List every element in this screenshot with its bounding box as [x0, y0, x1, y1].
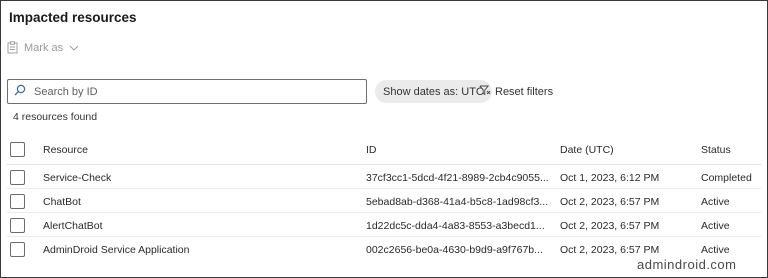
reset-filters-label: Reset filters: [495, 86, 554, 98]
impacted-resources-panel: Impacted resources Mark as Show dates as…: [0, 0, 768, 278]
date-cell: Oct 2, 2023, 6:57 PM: [560, 196, 660, 208]
clipboard-icon: [7, 41, 18, 54]
header-divider: [7, 164, 761, 165]
row-divider: [7, 188, 761, 189]
row-checkbox[interactable]: [10, 242, 25, 257]
date-cell: Oct 2, 2023, 6:57 PM: [560, 220, 660, 232]
resource-cell: ChatBot: [43, 196, 81, 208]
row-divider: [7, 236, 761, 237]
status-cell: Active: [701, 220, 730, 232]
resource-cell: AlertChatBot: [43, 220, 103, 232]
column-header-date[interactable]: Date (UTC): [560, 144, 614, 156]
mark-as-label: Mark as: [24, 41, 64, 54]
search-icon: [14, 83, 26, 101]
resource-cell: Service-Check: [43, 172, 112, 184]
column-header-status[interactable]: Status: [701, 144, 731, 156]
results-count: 4 resources found: [13, 111, 98, 123]
id-cell: 37cf3cc1-5dcd-4f21-8989-2cb4c9055...: [366, 172, 549, 184]
chevron-down-icon: [69, 45, 79, 51]
status-cell: Completed: [701, 172, 752, 184]
show-dates-button[interactable]: Show dates as: UTC: [375, 80, 492, 103]
status-cell: Active: [701, 196, 730, 208]
row-divider: [7, 212, 761, 213]
search-box[interactable]: [7, 79, 367, 104]
filter-clear-icon: [479, 85, 491, 99]
resource-cell: AdminDroid Service Application: [43, 244, 190, 256]
id-cell: 1d22dc5c-dda4-4a83-8553-a3becd1...: [366, 220, 545, 232]
row-checkbox[interactable]: [10, 194, 25, 209]
column-header-id[interactable]: ID: [366, 144, 377, 156]
mark-as-button[interactable]: Mark as: [7, 41, 79, 54]
row-checkbox[interactable]: [10, 218, 25, 233]
panel-title: Impacted resources: [9, 10, 137, 25]
watermark-text: admindroid.com: [637, 257, 737, 272]
status-cell: Active: [701, 244, 730, 256]
row-checkbox[interactable]: [10, 170, 25, 185]
id-cell: 002c2656-be0a-4630-b9d9-a9f767b...: [366, 244, 543, 256]
search-input[interactable]: [34, 85, 354, 98]
reset-filters-button[interactable]: Reset filters: [479, 85, 553, 99]
date-cell: Oct 1, 2023, 6:12 PM: [560, 172, 660, 184]
select-all-checkbox[interactable]: [10, 142, 25, 157]
date-cell: Oct 2, 2023, 6:57 PM: [560, 244, 660, 256]
column-header-resource[interactable]: Resource: [43, 144, 88, 156]
id-cell: 5ebad8ab-d368-41a4-b5c8-1ad98cf3...: [366, 196, 549, 208]
